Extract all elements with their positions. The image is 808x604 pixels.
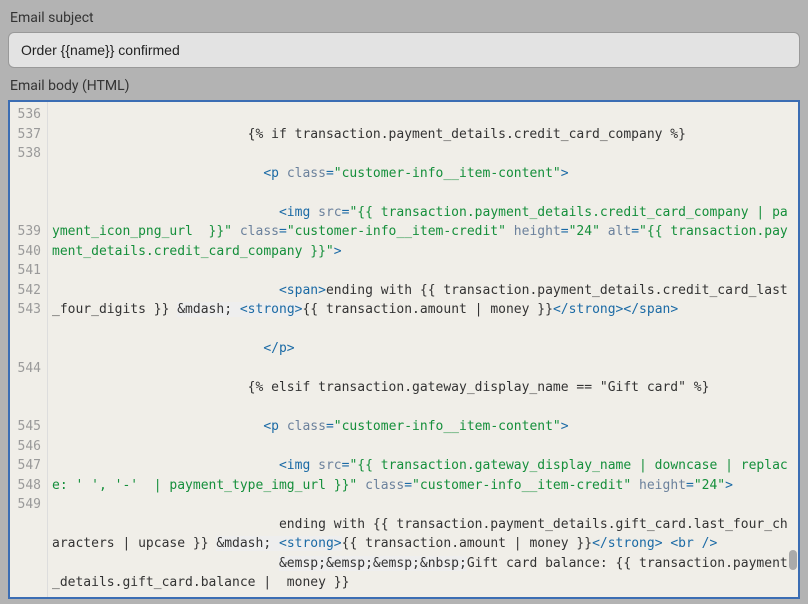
email-subject-label: Email subject — [10, 10, 800, 26]
scrollbar-thumb[interactable] — [789, 550, 797, 570]
email-body-editor[interactable]: 5365375385395405415425435445455465475485… — [8, 100, 800, 599]
code-content[interactable]: {% if transaction.payment_details.credit… — [48, 102, 798, 597]
email-subject-input[interactable] — [8, 32, 800, 68]
scrollbar-track[interactable] — [788, 102, 798, 597]
code-gutter: 5365375385395405415425435445455465475485… — [10, 102, 48, 597]
email-body-label: Email body (HTML) — [10, 78, 800, 94]
